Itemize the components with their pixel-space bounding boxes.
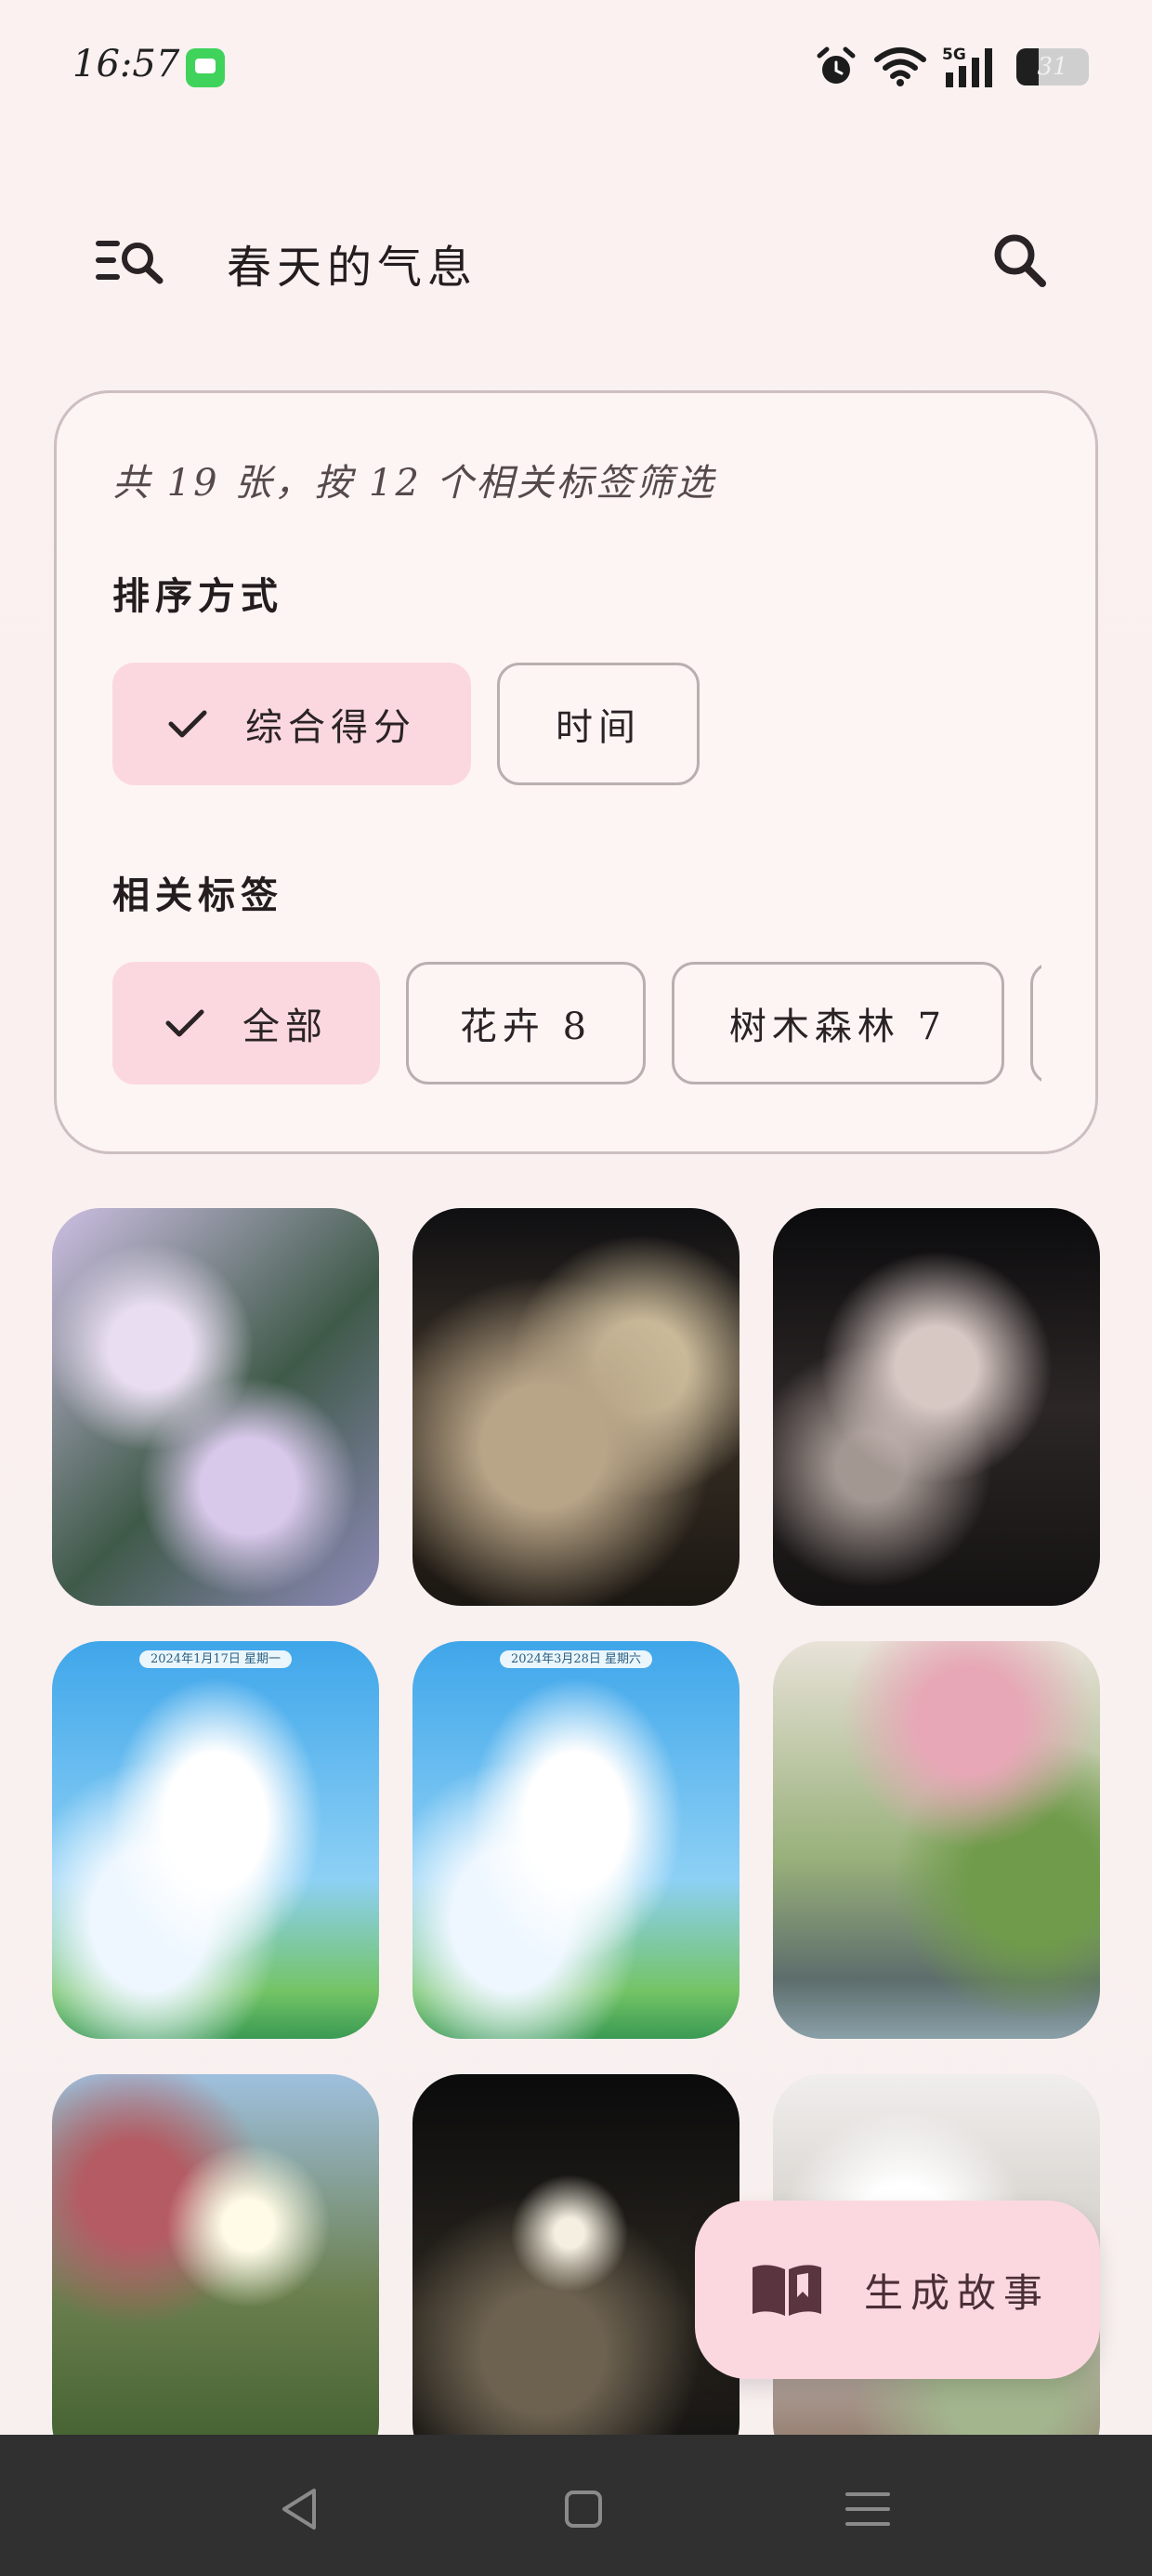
photo-thumbnail[interactable] — [773, 1208, 1100, 1606]
tag-chip-flowers-label: 花卉 8 — [459, 1005, 593, 1048]
signal-5g-icon: 5G — [942, 46, 992, 87]
status-icons: 5G 31 — [814, 41, 1089, 93]
tag-chip-next-partial[interactable] — [1030, 962, 1041, 1084]
home-button[interactable] — [546, 2472, 621, 2546]
photo-thumbnail[interactable] — [773, 1641, 1100, 2039]
alarm-icon — [817, 46, 856, 84]
open-book-icon — [753, 2265, 821, 2316]
generate-story-label: 生成故事 — [864, 2269, 1051, 2316]
sort-options: 综合得分 时间 — [112, 663, 1041, 793]
photo-thumbnail[interactable] — [52, 1208, 379, 1606]
system-nav-bar — [0, 2435, 1152, 2576]
network-label: 5G — [942, 46, 966, 64]
sort-chip-time-label: 时间 — [556, 706, 641, 749]
photo-thumbnail[interactable] — [52, 2074, 379, 2435]
screen: 16:57 5G 31 春天的气息 共 19 张，按 12 个相关标签筛选 排序… — [0, 0, 1152, 2576]
wifi-icon — [874, 47, 926, 86]
check-icon — [167, 708, 208, 740]
tags-section-label: 相关标签 — [112, 874, 283, 917]
filter-card: 共 19 张，按 12 个相关标签筛选 排序方式 综合得分 时间 相关标签 全部 — [54, 390, 1098, 1154]
list-search-button[interactable] — [85, 216, 175, 305]
back-icon — [282, 2489, 316, 2530]
search-icon — [994, 234, 1046, 287]
generate-story-button[interactable]: 生成故事 — [695, 2201, 1100, 2379]
back-button[interactable] — [262, 2472, 336, 2546]
photo-date-caption: 2024年1月17日 星期一 — [52, 1649, 379, 1668]
photo-thumbnail[interactable]: 2024年1月17日 星期一 — [52, 1641, 379, 2039]
list-search-icon — [96, 241, 164, 284]
photo-date-caption: 2024年3月28日 星期六 — [412, 1649, 740, 1668]
tag-chip-all[interactable]: 全部 — [112, 962, 380, 1084]
page-title: 春天的气息 — [227, 242, 478, 294]
battery-text: 31 — [1037, 53, 1068, 81]
message-app-icon — [186, 48, 225, 87]
sort-chip-time[interactable]: 时间 — [497, 663, 700, 785]
recents-icon — [845, 2492, 890, 2526]
top-app-bar: 春天的气息 — [0, 204, 1152, 316]
photo-thumbnail[interactable] — [412, 1208, 740, 1606]
sort-section-label: 排序方式 — [112, 574, 283, 618]
check-icon — [164, 1007, 205, 1039]
tag-chip-all-label: 全部 — [242, 1005, 328, 1048]
battery-icon: 31 — [1016, 48, 1089, 85]
search-button[interactable] — [975, 216, 1065, 305]
photo-thumbnail[interactable]: 2024年3月28日 星期六 — [412, 1641, 740, 2039]
recents-button[interactable] — [831, 2472, 905, 2546]
status-bar: 16:57 5G 31 — [0, 0, 1152, 139]
home-icon — [565, 2491, 602, 2528]
tag-chip-trees-label: 树木森林 7 — [728, 1005, 948, 1048]
tag-chip-flowers[interactable]: 花卉 8 — [406, 962, 646, 1084]
sort-chip-score[interactable]: 综合得分 — [112, 663, 471, 785]
photo-thumbnail[interactable] — [412, 2074, 740, 2435]
status-time: 16:57 — [72, 43, 180, 85]
tag-chip-trees[interactable]: 树木森林 7 — [672, 962, 1004, 1084]
filter-summary: 共 19 张，按 12 个相关标签筛选 — [112, 462, 716, 505]
sort-chip-score-label: 综合得分 — [245, 706, 416, 749]
tag-options[interactable]: 全部 花卉 8 树木森林 7 — [112, 962, 1041, 1092]
